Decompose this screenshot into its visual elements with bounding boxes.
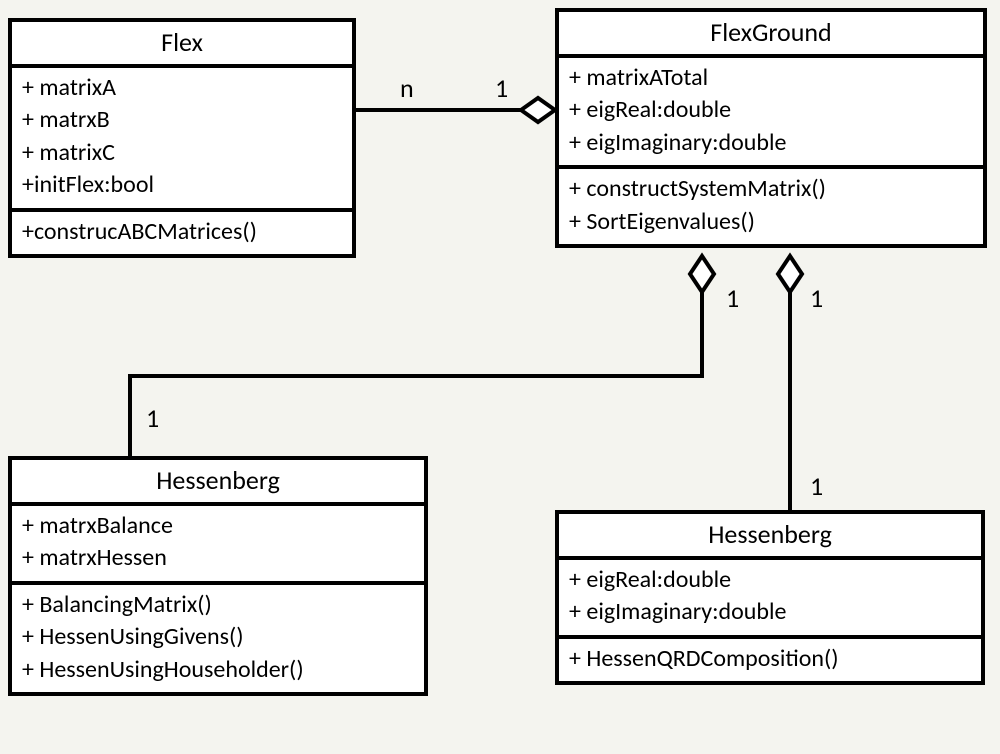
class-flexground-title: FlexGround xyxy=(559,12,983,58)
class-hessenberg-right: Hessenberg + eigReal:double + eigImagina… xyxy=(555,510,985,685)
class-hessenberg-left-title: Hessenberg xyxy=(12,460,424,506)
class-flex-title: Flex xyxy=(12,22,352,68)
class-flex: Flex + matrixA + matrxB + matrixC +initF… xyxy=(8,18,356,258)
class-hessenberg-right-attrs: + eigReal:double + eigImaginary:double xyxy=(559,560,981,635)
attr-row: + matrixC xyxy=(22,137,342,169)
attr-row: + eigImaginary:double xyxy=(569,596,971,628)
class-flexground-attrs: + matrixATotal + eigReal:double + eigIma… xyxy=(559,58,983,165)
op-row: + HessenUsingGivens() xyxy=(22,621,414,653)
op-row: + SortEigenvalues() xyxy=(569,206,973,238)
attr-row: + eigReal:double xyxy=(569,94,973,126)
multiplicity-1: 1 xyxy=(810,470,823,502)
assoc-flexground-hess1 xyxy=(130,256,730,466)
class-flex-attrs: + matrixA + matrxB + matrixC +initFlex:b… xyxy=(12,68,352,208)
class-hessenberg-right-ops: + HessenQRDComposition() xyxy=(559,635,981,681)
multiplicity-1: 1 xyxy=(146,402,159,434)
attr-row: + matrxBalance xyxy=(22,510,414,542)
attr-row: + eigImaginary:double xyxy=(569,127,973,159)
class-flexground: FlexGround + matrixATotal + eigReal:doub… xyxy=(555,8,987,248)
attr-row: + matrxB xyxy=(22,104,342,136)
attr-row: + eigReal:double xyxy=(569,564,971,596)
class-hessenberg-left-attrs: + matrxBalance + matrxHessen xyxy=(12,506,424,581)
class-hessenberg-right-title: Hessenberg xyxy=(559,514,981,560)
class-hessenberg-left-ops: + BalancingMatrix() + HessenUsingGivens(… xyxy=(12,581,424,692)
multiplicity-1: 1 xyxy=(726,282,739,314)
assoc-flex-flexground xyxy=(356,90,556,130)
op-row: +construcABCMatrices() xyxy=(22,216,342,248)
multiplicity-n: n xyxy=(400,72,414,104)
attr-row: +initFlex:bool xyxy=(22,169,342,201)
attr-row: + matrxHessen xyxy=(22,542,414,574)
op-row: + constructSystemMatrix() xyxy=(569,173,973,205)
class-hessenberg-left: Hessenberg + matrxBalance + matrxHessen … xyxy=(8,456,428,696)
attr-row: + matrixA xyxy=(22,72,342,104)
op-row: + BalancingMatrix() xyxy=(22,589,414,621)
op-row: + HessenUsingHouseholder() xyxy=(22,654,414,686)
class-flex-ops: +construcABCMatrices() xyxy=(12,208,352,254)
attr-row: + matrixATotal xyxy=(569,62,973,94)
class-flexground-ops: + constructSystemMatrix() + SortEigenval… xyxy=(559,165,983,244)
op-row: + HessenQRDComposition() xyxy=(569,643,971,675)
multiplicity-1: 1 xyxy=(810,282,823,314)
multiplicity-1: 1 xyxy=(495,72,508,104)
